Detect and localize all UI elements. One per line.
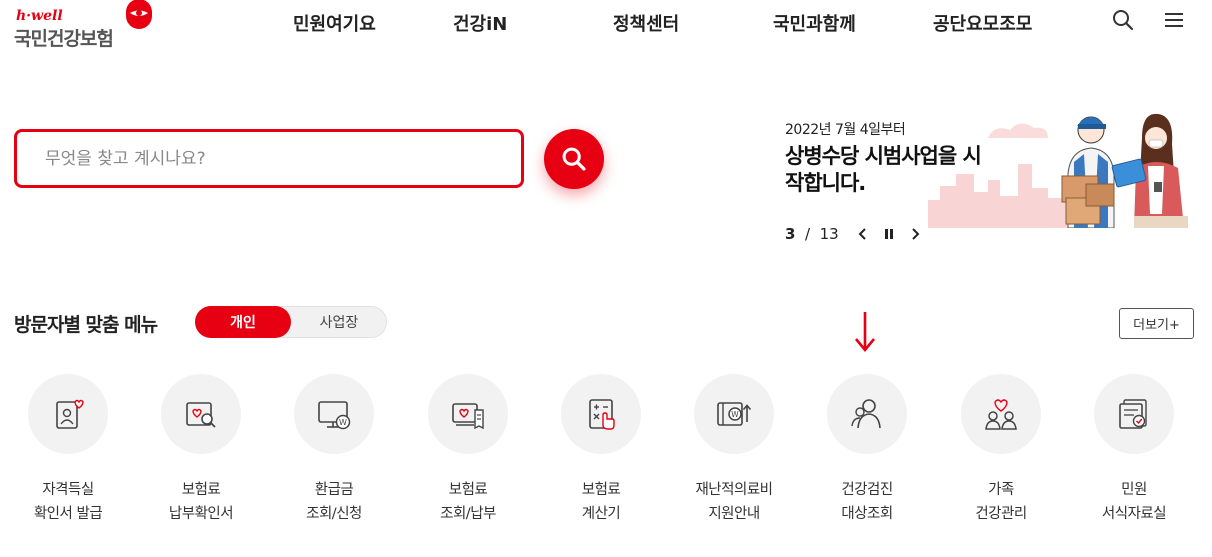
toggle-personal[interactable]: 개인 <box>195 306 291 338</box>
menu-label-line1: 건강검진 <box>841 482 893 498</box>
menu-label: 보험료 납부확인서 <box>141 478 261 526</box>
menu-payment-confirmation[interactable]: 보험료 납부확인서 <box>141 374 261 534</box>
nav-policy-center[interactable]: 정책센터 <box>613 10 679 36</box>
search-button[interactable] <box>544 129 604 189</box>
family-health-icon <box>985 399 1017 430</box>
menu-icon-circle <box>428 374 508 454</box>
nav-with-public[interactable]: 국민과함께 <box>773 10 856 36</box>
calculator-icon <box>589 399 615 430</box>
menu-label: 재난적의료비 지원안내 <box>674 478 794 526</box>
payment-confirmation-icon <box>186 402 216 428</box>
menu-label-line1: 보험료 <box>181 482 221 498</box>
menu-label: 환급금 조회/신청 <box>274 478 394 526</box>
search-input[interactable] <box>17 132 521 185</box>
pager-separator: / <box>800 225 815 243</box>
menu-label-line2: 대상조회 <box>841 506 893 522</box>
checkup-target-icon <box>851 399 881 429</box>
svg-text:W: W <box>731 410 739 419</box>
menu-icon-circle <box>28 374 108 454</box>
menu-label: 보험료 계산기 <box>541 478 661 526</box>
menu-label-line2: 조회/신청 <box>306 506 362 522</box>
medical-support-icon: W <box>717 402 752 426</box>
menu-icon-circle <box>827 374 907 454</box>
pager-total: 13 <box>819 225 839 243</box>
banner-pager: 3 / 13 <box>785 224 925 244</box>
down-arrow-icon <box>854 312 876 353</box>
banner-date: 2022년 7월 4일부터 <box>785 122 906 138</box>
refund-icon: W <box>318 401 351 430</box>
search-icon[interactable] <box>1111 8 1135 32</box>
menu-label-line1: 재난적의료비 <box>695 482 773 498</box>
chevron-right-icon <box>911 228 920 240</box>
visitor-menu-title: 방문자별 맞춤 메뉴 <box>14 314 158 336</box>
menu-label: 건강검진 대상조회 <box>807 478 927 526</box>
menu-icon-circle <box>1094 374 1174 454</box>
search-box <box>14 129 524 188</box>
menu-label: 민원 서식자료실 <box>1074 478 1194 526</box>
chevron-left-icon <box>858 228 866 240</box>
menu-refund[interactable]: W 환급금 조회/신청 <box>274 374 394 534</box>
nav-about-corporation[interactable]: 공단요모조모 <box>933 10 1032 36</box>
menu-label-line2: 계산기 <box>581 506 621 522</box>
pager-count: 3 / 13 <box>785 225 839 243</box>
svg-text:W: W <box>339 418 347 427</box>
menu-label-line1: 가족 <box>988 482 1014 498</box>
menu-label-line1: 환급금 <box>314 482 354 498</box>
more-button[interactable]: 더보기+ <box>1119 308 1194 339</box>
menu-forms-library[interactable]: 민원 서식자료실 <box>1074 374 1194 534</box>
menu-label: 가족 건강관리 <box>941 478 1061 526</box>
menu-label-line2: 건강관리 <box>975 506 1027 522</box>
banner-illustration <box>928 113 1188 228</box>
pager-current: 3 <box>785 225 796 243</box>
menu-family-health[interactable]: 가족 건강관리 <box>941 374 1061 534</box>
menu-label: 자격득실 확인서 발급 <box>8 478 128 526</box>
nav-civil-service[interactable]: 민원여기요 <box>293 10 376 36</box>
menu-label-line2: 서식자료실 <box>1101 506 1167 522</box>
menu-label-line2: 조회/납부 <box>440 506 496 522</box>
menu-label-line2: 확인서 발급 <box>33 506 103 522</box>
menu-premium-payment[interactable]: 보험료 조회/납부 <box>408 374 528 534</box>
nav-health-in[interactable]: 건강iN <box>453 10 507 36</box>
pause-slide-button[interactable] <box>879 224 899 244</box>
menu-icon-circle: W <box>294 374 374 454</box>
menu-label-line1: 보험료 <box>581 482 621 498</box>
visitor-type-toggle: 개인 사업장 <box>195 306 387 338</box>
menu-label-line1: 민원 <box>1121 482 1147 498</box>
menu-icon-circle <box>561 374 641 454</box>
forms-library-icon <box>1119 399 1147 429</box>
menu-medical-support[interactable]: W 재난적의료비 지원안내 <box>674 374 794 534</box>
menu-label-line2: 납부확인서 <box>168 506 234 522</box>
menu-calculator[interactable]: 보험료 계산기 <box>541 374 661 534</box>
menu-qualification-certificate[interactable]: 자격득실 확인서 발급 <box>8 374 128 534</box>
menu-label: 보험료 조회/납부 <box>408 478 528 526</box>
premium-payment-icon <box>452 403 484 430</box>
qualification-certificate-icon <box>56 399 84 429</box>
main-navigation: 민원여기요 건강iN 정책센터 국민과함께 공단요모조모 <box>0 0 1212 44</box>
toggle-business[interactable]: 사업장 <box>292 307 386 337</box>
prev-slide-button[interactable] <box>853 224 873 244</box>
menu-label-line1: 보험료 <box>448 482 488 498</box>
menu-label-line2: 지원안내 <box>708 506 760 522</box>
next-slide-button[interactable] <box>905 224 925 244</box>
pause-icon <box>884 229 893 239</box>
menu-icon-circle <box>161 374 241 454</box>
menu-icon-circle <box>961 374 1041 454</box>
search-button-icon <box>562 147 586 171</box>
menu-icon-circle: W <box>694 374 774 454</box>
menu-icon[interactable] <box>1162 8 1186 32</box>
menu-checkup-target[interactable]: 건강검진 대상조회 <box>807 374 927 534</box>
menu-label-line1: 자격득실 <box>42 482 94 498</box>
